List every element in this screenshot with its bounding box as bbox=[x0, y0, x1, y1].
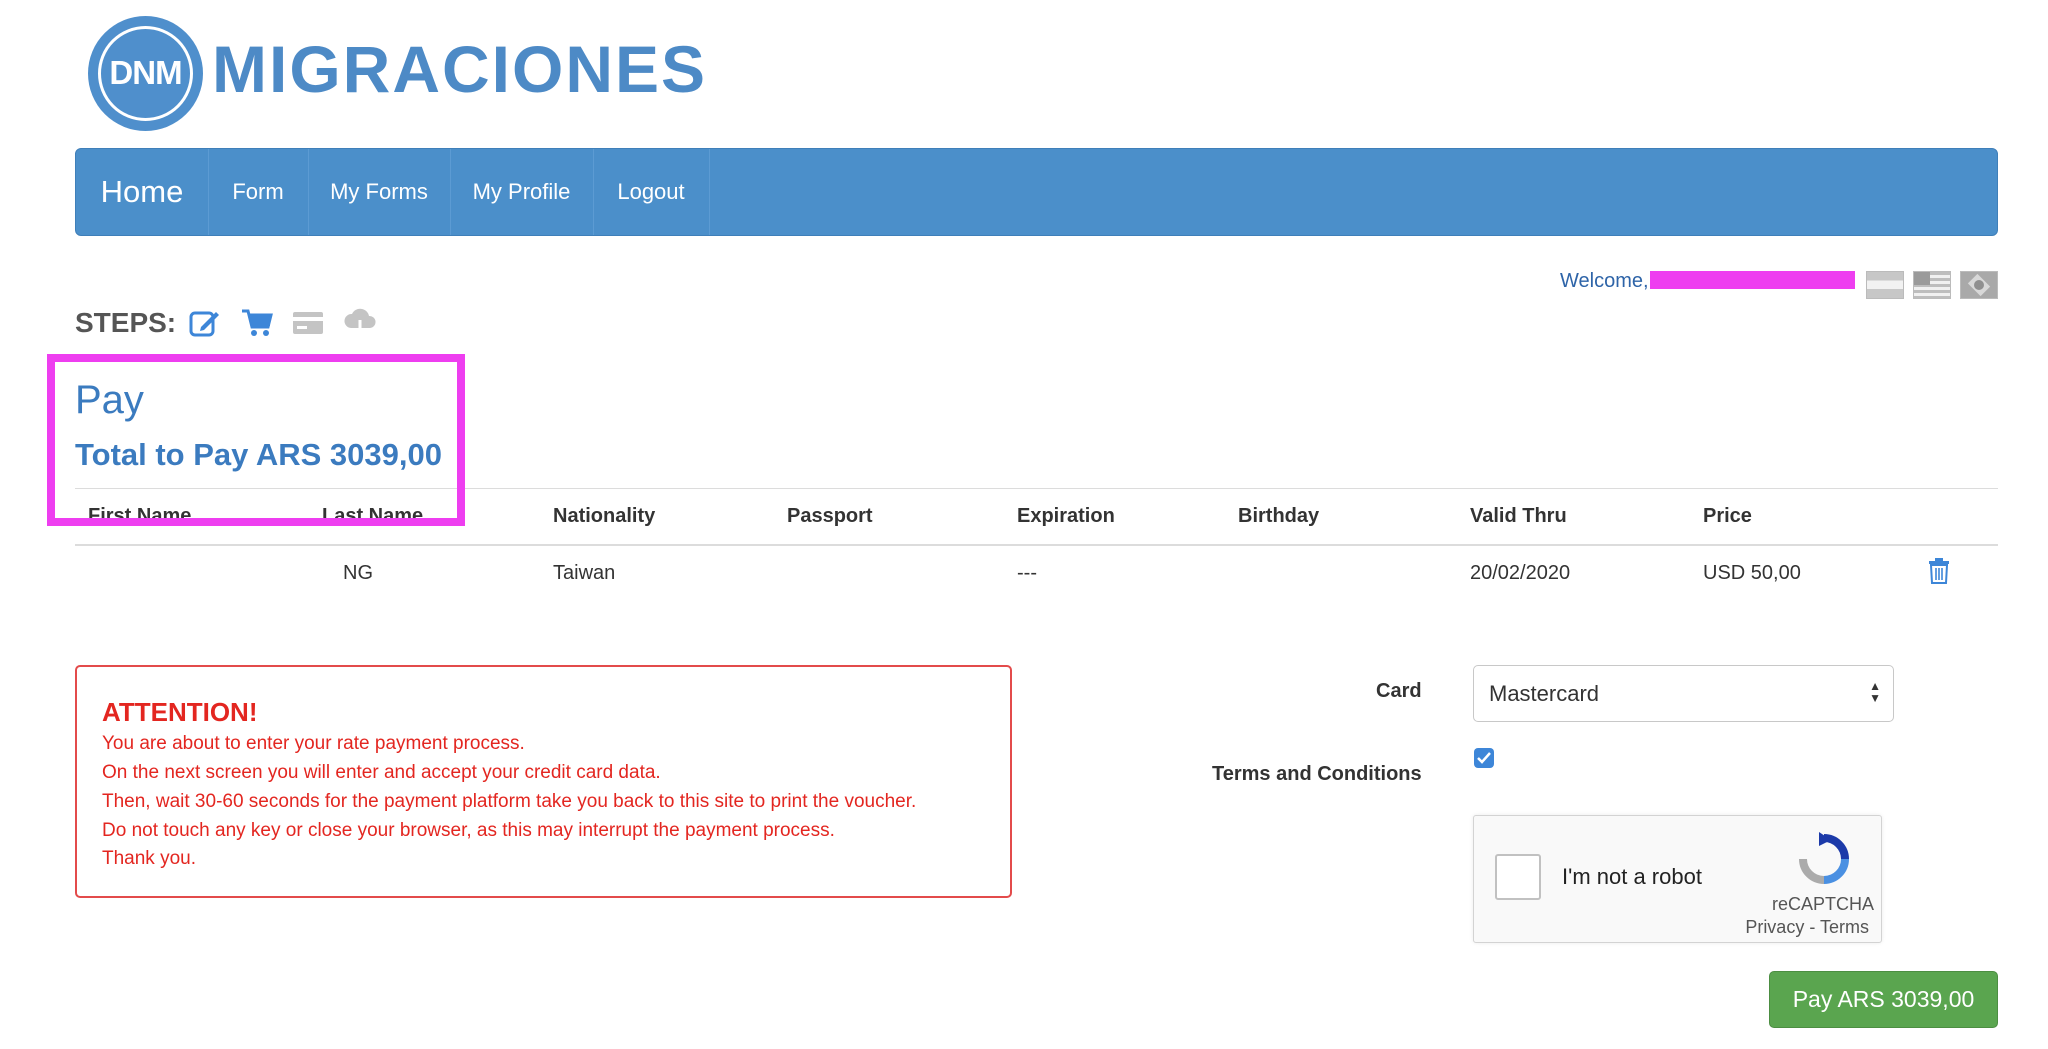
th-expiration: Expiration bbox=[1017, 505, 1115, 527]
main-navbar: Home Form My Forms My Profile Logout bbox=[75, 148, 1998, 236]
card-select-value: Mastercard bbox=[1489, 681, 1600, 706]
flag-brazil-icon[interactable] bbox=[1960, 271, 1998, 299]
logo-wordmark: MIGRACIONES bbox=[212, 32, 708, 106]
checkmark-icon bbox=[1477, 752, 1491, 764]
attention-line-4: Do not touch any key or close your brows… bbox=[102, 820, 835, 841]
redacted-username bbox=[1650, 271, 1855, 289]
attention-line-5: Thank you. bbox=[102, 848, 196, 869]
attention-title: ATTENTION! bbox=[102, 697, 258, 727]
recaptcha-checkbox[interactable] bbox=[1495, 854, 1541, 900]
cell-expiration: --- bbox=[1017, 562, 1037, 584]
cell-last-name: NG bbox=[343, 562, 373, 584]
pay-button[interactable]: Pay ARS 3039,00 bbox=[1769, 971, 1998, 1028]
attention-line-2: On the next screen you will enter and ac… bbox=[102, 762, 661, 783]
flag-usa-icon[interactable] bbox=[1913, 271, 1951, 299]
th-price: Price bbox=[1703, 505, 1752, 527]
card-label: Card bbox=[1376, 680, 1422, 702]
recaptcha-links[interactable]: Privacy - Terms bbox=[1745, 917, 1869, 938]
highlight-annotation bbox=[47, 354, 465, 526]
edit-icon[interactable] bbox=[188, 306, 222, 340]
nav-my-profile[interactable]: My Profile bbox=[450, 149, 594, 235]
table-header-border bbox=[75, 544, 1998, 546]
flag-usa-canton bbox=[1914, 272, 1930, 285]
recaptcha-spacer-2 bbox=[1889, 832, 1890, 833]
th-nationality: Nationality bbox=[553, 505, 656, 527]
logo-abbr: DNM bbox=[109, 54, 182, 91]
terms-checkbox[interactable] bbox=[1474, 748, 1494, 768]
cart-icon[interactable] bbox=[240, 306, 274, 340]
nav-home[interactable]: Home bbox=[76, 149, 209, 235]
recaptcha-spacer bbox=[1888, 834, 1889, 835]
card-select[interactable]: Mastercard ▲ ▼ bbox=[1473, 665, 1894, 722]
th-valid-thru: Valid Thru bbox=[1470, 505, 1567, 527]
select-arrows-icon: ▲ ▼ bbox=[1869, 679, 1881, 705]
dnm-logo: DNM MIGRACIONES bbox=[88, 16, 705, 131]
nav-logout[interactable]: Logout bbox=[593, 149, 710, 235]
nav-form[interactable]: Form bbox=[208, 149, 309, 235]
terms-label: Terms and Conditions bbox=[1212, 763, 1422, 785]
recaptcha-logo-icon bbox=[1799, 832, 1849, 884]
flag-argentina-icon[interactable] bbox=[1866, 271, 1904, 299]
logo-circle: DNM bbox=[88, 16, 203, 131]
th-passport: Passport bbox=[787, 505, 873, 527]
welcome-text: Welcome, bbox=[1560, 270, 1649, 292]
cell-price: USD 50,00 bbox=[1703, 562, 1801, 584]
th-birthday: Birthday bbox=[1238, 505, 1320, 527]
cell-valid-thru: 20/02/2020 bbox=[1470, 562, 1571, 584]
flag-brazil-circle bbox=[1974, 280, 1984, 290]
attention-line-1: You are about to enter your rate payment… bbox=[102, 733, 525, 754]
cloud-download-icon bbox=[344, 308, 376, 337]
recaptcha-brand: reCAPTCHA bbox=[1771, 894, 1874, 914]
recaptcha-label: I'm not a robot bbox=[1562, 864, 1702, 889]
attention-line-3: Then, wait 30-60 seconds for the payment… bbox=[102, 791, 917, 812]
trash-icon[interactable] bbox=[1928, 558, 1950, 584]
attention-box: ATTENTION! You are about to enter your r… bbox=[75, 665, 1012, 898]
steps-label: STEPS: bbox=[75, 307, 177, 338]
nav-my-forms[interactable]: My Forms bbox=[308, 149, 451, 235]
recaptcha-widget: I'm not a robot reCAPTCHA Privacy - Term… bbox=[1473, 815, 1882, 943]
cell-nationality: Taiwan bbox=[553, 562, 616, 584]
credit-card-icon bbox=[293, 312, 323, 334]
